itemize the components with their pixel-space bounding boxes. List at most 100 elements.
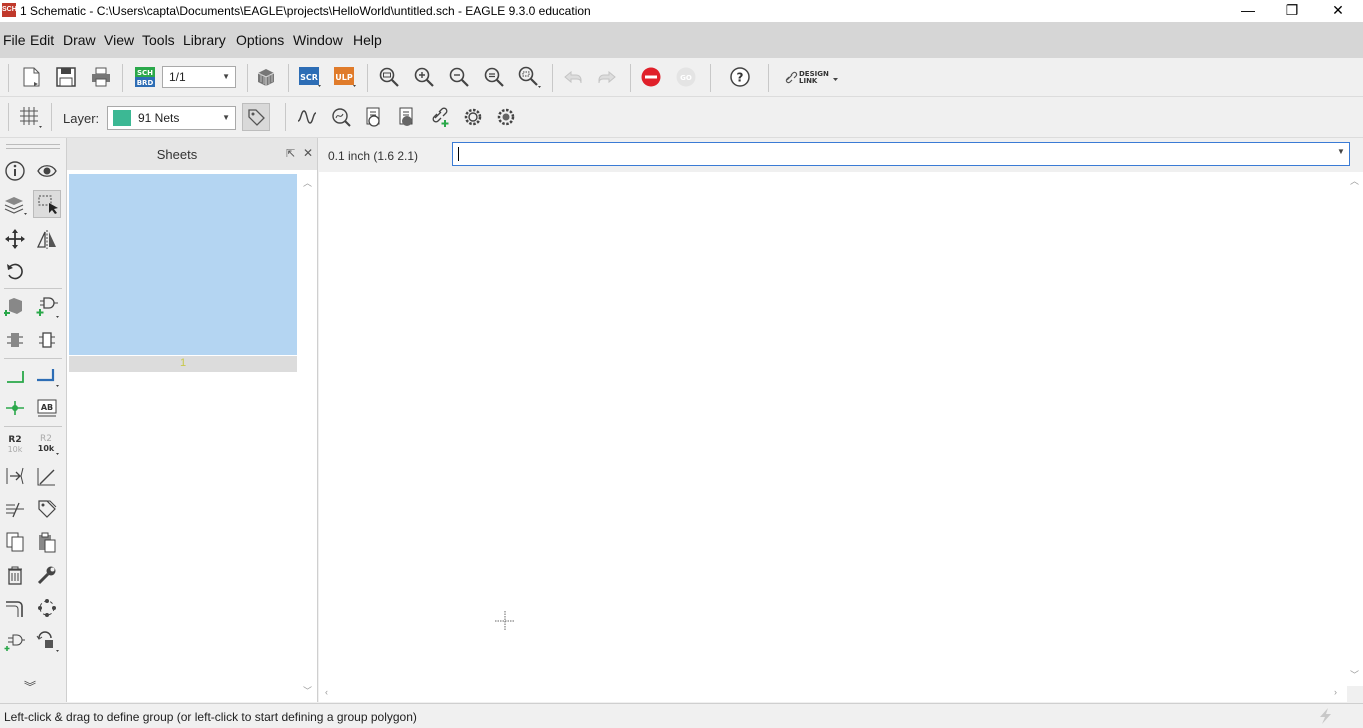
redo-button[interactable] [594, 64, 620, 90]
svg-text:10k: 10k [8, 445, 23, 454]
chevron-down-icon[interactable]: ﹀ [1350, 668, 1359, 681]
command-row: 0.1 inch (1.6 2.1) ▼ [318, 138, 1363, 172]
replace-tool[interactable] [1, 326, 29, 354]
chevron-right-icon[interactable]: › [1334, 687, 1337, 697]
wave-icon [297, 110, 317, 124]
delete-tool[interactable] [1, 561, 29, 589]
name-tool[interactable]: R2 10k [1, 430, 29, 458]
pin-swap-icon [6, 467, 24, 485]
tag-button[interactable] [242, 103, 270, 131]
chevron-down-icon[interactable]: ﹀ [303, 684, 312, 697]
add-part-tool[interactable] [1, 293, 29, 321]
new-file-button[interactable] [18, 64, 44, 90]
rotate-tool[interactable] [1, 257, 29, 285]
paste-tool[interactable] [33, 528, 61, 556]
status-text: Left-click & drag to define group (or le… [4, 710, 417, 724]
menu-tools[interactable]: Tools [142, 32, 175, 48]
chevron-down-icon: ▼ [222, 72, 230, 81]
smash-tool[interactable] [33, 627, 61, 655]
junction-tool[interactable] [1, 394, 29, 422]
menu-window[interactable]: Window [293, 32, 343, 48]
lightning-icon[interactable] [1316, 707, 1336, 725]
run-ulp-button[interactable]: ULP [332, 64, 358, 90]
miter-tool[interactable] [1, 594, 29, 622]
go-button[interactable]: GO [673, 64, 699, 90]
wire-tool[interactable] [1, 362, 29, 390]
restore-button[interactable]: ❐ [1269, 0, 1315, 22]
zoom-out-button[interactable] [446, 64, 472, 90]
toolbar-separator [4, 288, 62, 289]
save-button[interactable] [53, 64, 79, 90]
copy-tool[interactable] [1, 528, 29, 556]
print-button[interactable] [88, 64, 114, 90]
zoom-in-button[interactable] [411, 64, 437, 90]
info-tool[interactable] [1, 157, 29, 185]
change-tool[interactable] [33, 561, 61, 589]
chevron-up-icon[interactable]: ︿ [303, 176, 312, 189]
add-gate-tool[interactable] [33, 293, 61, 321]
vertical-scrollbar[interactable]: ︿ ﹀ [1347, 172, 1363, 686]
zoom-fit-button[interactable] [376, 64, 402, 90]
sheet-label-bar[interactable]: 1 [69, 356, 297, 372]
more-tools-chevron-icon[interactable]: ︾ [24, 678, 36, 695]
mirror-tool[interactable] [33, 225, 61, 253]
zoom-select-icon [518, 66, 541, 88]
line-tool[interactable] [33, 462, 61, 490]
grid-button[interactable] [17, 104, 43, 130]
wire-style-button[interactable] [294, 104, 320, 130]
chevron-left-icon[interactable]: ‹ [325, 687, 328, 697]
gateswap-tool[interactable] [1, 627, 29, 655]
net-tool[interactable] [33, 362, 61, 390]
errors-button[interactable] [394, 104, 420, 130]
menu-edit[interactable]: Edit [30, 32, 54, 48]
switch-board-button[interactable]: SCH BRD [132, 64, 158, 90]
chevron-down-icon[interactable]: ▼ [1337, 147, 1345, 156]
split-tool[interactable] [1, 495, 29, 523]
optimize-tool[interactable] [33, 594, 61, 622]
command-line-input[interactable]: ▼ [452, 142, 1350, 166]
drag-handle[interactable] [6, 144, 60, 149]
menu-draw[interactable]: Draw [63, 32, 96, 48]
undock-icon[interactable]: ⇱ [286, 147, 295, 160]
menu-help[interactable]: Help [353, 32, 382, 48]
undo-button[interactable] [560, 64, 586, 90]
erc-button[interactable] [361, 104, 387, 130]
add-link-button[interactable] [427, 104, 453, 130]
sheet-select-value: 1/1 [169, 70, 186, 84]
run-script-button[interactable]: SCR [297, 64, 323, 90]
menu-file[interactable]: File [3, 32, 26, 48]
menu-options[interactable]: Options [236, 32, 284, 48]
layer-select[interactable]: 91 Nets ▼ [107, 106, 236, 130]
close-icon[interactable]: ✕ [303, 146, 313, 160]
settings-b-button[interactable] [493, 104, 519, 130]
go-icon: GO [676, 67, 696, 87]
fusion-3d-button[interactable] [253, 64, 279, 90]
design-link-button[interactable]: DESIGN LINK [784, 67, 844, 89]
zoom-redraw-button[interactable] [481, 64, 507, 90]
minimize-button[interactable]: — [1225, 0, 1271, 22]
horizontal-scrollbar[interactable]: ‹ › [319, 686, 1347, 702]
label-tool[interactable]: AB [33, 394, 61, 422]
menu-library[interactable]: Library [183, 32, 226, 48]
zoom-select-button[interactable] [516, 64, 542, 90]
new-file-icon [23, 67, 40, 87]
attribute-tool[interactable] [33, 495, 61, 523]
move-tool[interactable] [1, 225, 29, 253]
help-button[interactable]: ? [727, 64, 753, 90]
invoke-tool[interactable] [33, 326, 61, 354]
pin-swap-tool[interactable] [1, 462, 29, 490]
close-button[interactable]: ✕ [1315, 0, 1361, 22]
sheet-select[interactable]: 1/1 ▼ [162, 66, 236, 88]
group-tool[interactable] [33, 190, 61, 218]
chevron-up-icon[interactable]: ︿ [1350, 174, 1359, 187]
show-button[interactable] [328, 104, 354, 130]
stop-button[interactable] [638, 64, 664, 90]
menu-view[interactable]: View [104, 32, 134, 48]
show-tool[interactable] [33, 157, 61, 185]
sheets-scrollbar[interactable]: ︿ ﹀ [299, 174, 315, 702]
schematic-canvas[interactable] [319, 172, 1347, 686]
layers-tool[interactable] [1, 190, 29, 218]
sheet-thumbnail[interactable] [69, 174, 297, 355]
value-tool[interactable]: R2 10k [33, 430, 61, 458]
settings-a-button[interactable] [460, 104, 486, 130]
